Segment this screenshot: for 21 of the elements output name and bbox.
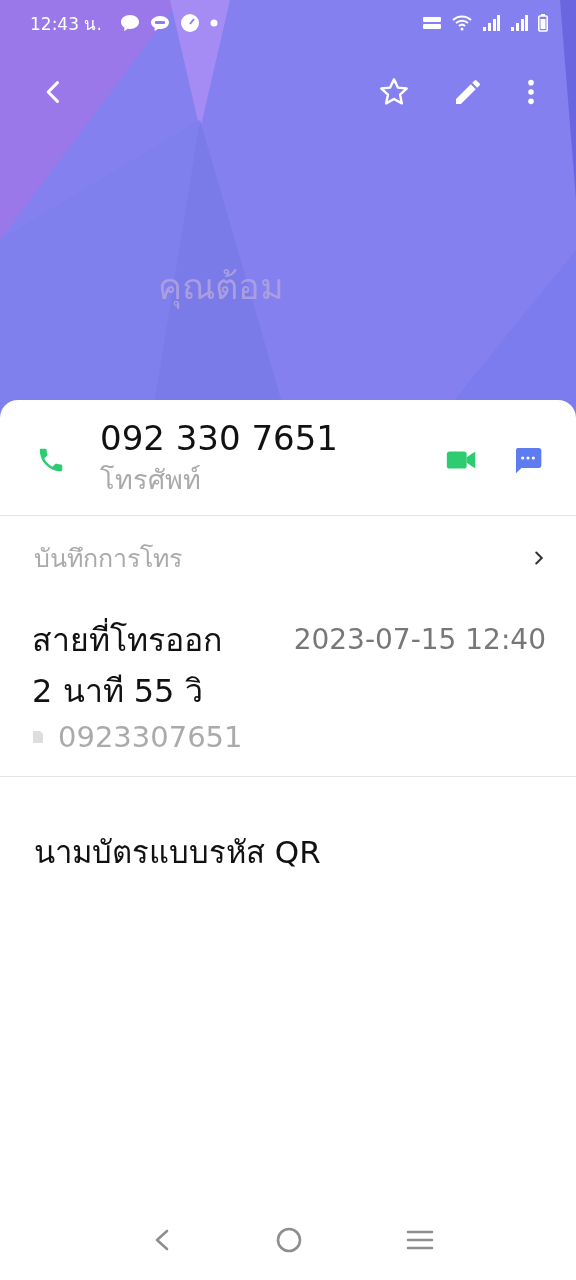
home-icon[interactable] [275, 1226, 303, 1254]
message-app-icon [149, 13, 170, 33]
menu-icon[interactable] [406, 1229, 435, 1251]
call-duration: 2 นาที 55 วิ [32, 671, 203, 712]
qr-card-item[interactable]: นามบัตรแบบรหัส QR [0, 777, 355, 927]
signal-icon [510, 15, 528, 31]
battery-icon [538, 14, 548, 32]
phone-type-label: โทรศัพท์ [100, 463, 201, 497]
call-date: 2023-07-15 12:40 [293, 623, 546, 656]
phone-number: 092 330 7651 [100, 418, 338, 458]
wifi-icon [452, 15, 472, 31]
call-number: 0923307651 [58, 720, 243, 754]
status-time: 12:43 น. [30, 12, 102, 36]
signal-icon [482, 15, 500, 31]
chat-bubble-icon [119, 13, 140, 33]
more-options-icon[interactable] [526, 78, 536, 106]
call-type: สายที่โทรออก [32, 614, 222, 665]
speedometer-icon [179, 13, 200, 33]
dot-icon [209, 19, 218, 27]
call-log-title: บันทึกการโทร [34, 543, 182, 575]
sim-card-icon [32, 730, 44, 744]
